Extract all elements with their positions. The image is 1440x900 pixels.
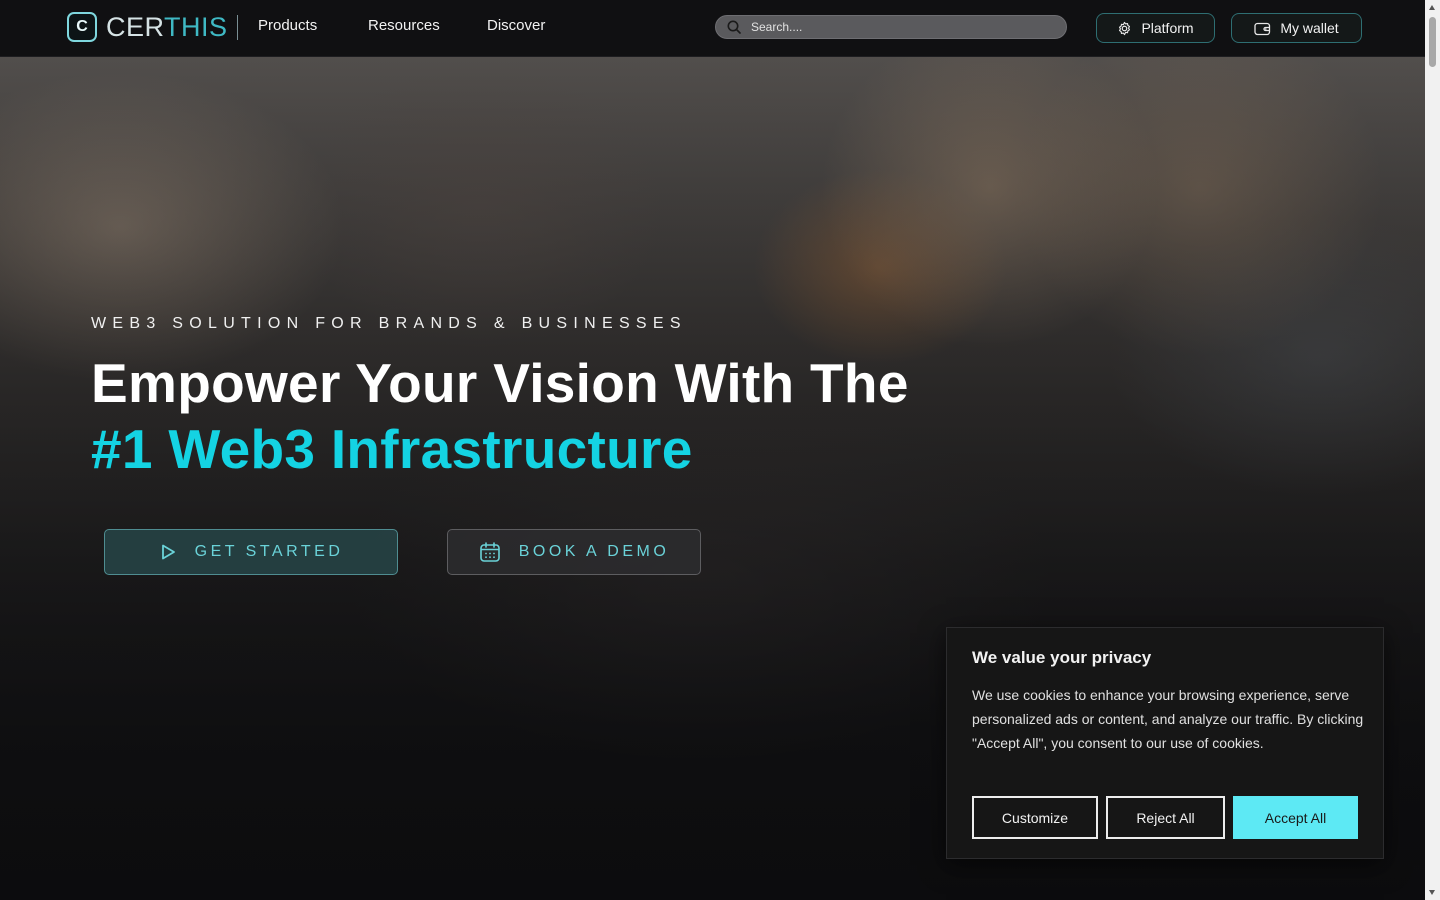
accept-all-button[interactable]: Accept All	[1233, 796, 1358, 839]
certhis-logo[interactable]: C CERTHIS	[67, 9, 228, 45]
platform-button[interactable]: Platform	[1096, 13, 1215, 43]
get-started-label: GET STARTED	[194, 543, 344, 560]
logo-wordmark: CERTHIS	[106, 12, 228, 43]
top-navbar: C CERTHIS Products Resources Discover Pl…	[0, 0, 1425, 57]
cookie-consent-text: We use cookies to enhance your browsing …	[972, 687, 1364, 751]
wallet-icon	[1254, 22, 1271, 35]
nav-link-discover[interactable]: Discover	[487, 17, 545, 34]
scroll-down-arrow-icon[interactable]	[1429, 890, 1435, 895]
scroll-up-arrow-icon[interactable]	[1429, 5, 1435, 10]
hero-headline-line-1: Empower Your Vision With The	[91, 352, 909, 414]
my-wallet-button-label: My wallet	[1280, 20, 1339, 36]
my-wallet-button[interactable]: My wallet	[1231, 13, 1362, 43]
reject-all-button[interactable]: Reject All	[1106, 796, 1225, 839]
get-started-button[interactable]: GET STARTED	[104, 529, 398, 575]
nav-divider	[237, 15, 238, 40]
logo-wordmark-part-1: CER	[106, 11, 165, 42]
customize-button[interactable]: Customize	[972, 796, 1098, 839]
hero-eyebrow: WEB3 SOLUTION FOR BRANDS & BUSINESSES	[91, 315, 687, 332]
hero-headline-line-2: #1 Web3 Infrastructure	[91, 418, 693, 480]
logo-mark-icon: C	[67, 12, 97, 42]
platform-button-label: Platform	[1141, 20, 1194, 36]
search-bar[interactable]	[715, 15, 1067, 39]
hero-headline: Empower Your Vision With The #1 Web3 Inf…	[91, 350, 909, 482]
scrollbar-thumb[interactable]	[1429, 17, 1436, 67]
calendar-icon	[479, 542, 500, 562]
search-input[interactable]	[749, 19, 1053, 35]
book-a-demo-label: BOOK A DEMO	[518, 543, 670, 560]
nav-link-resources[interactable]: Resources	[368, 17, 440, 34]
play-icon	[161, 544, 175, 560]
cookie-consent-dialog: We value your privacy We use cookies to …	[946, 627, 1384, 859]
gear-icon	[1119, 21, 1131, 35]
nav-link-products[interactable]: Products	[258, 17, 317, 34]
logo-mark-letter: C	[76, 18, 88, 35]
book-a-demo-button[interactable]: BOOK A DEMO	[447, 529, 701, 575]
search-icon	[727, 20, 741, 34]
page-scrollbar[interactable]	[1425, 0, 1440, 900]
cookie-consent-title: We value your privacy	[972, 648, 1152, 667]
logo-wordmark-part-2: THIS	[164, 11, 228, 42]
